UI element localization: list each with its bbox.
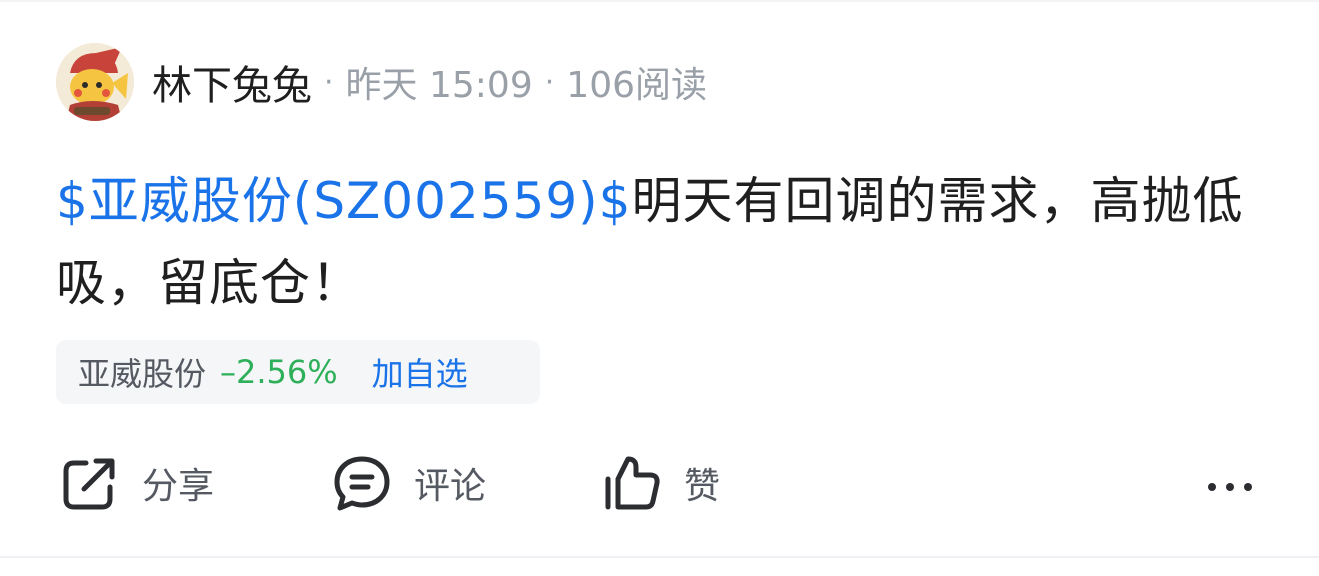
post-card: 林下兔兔 · 昨天 15:09 · 106阅读 $亚威股份(SZ002559)$… (0, 0, 1319, 558)
meta-separator: · (324, 64, 334, 100)
share-icon (63, 458, 115, 510)
add-watchlist-button[interactable]: 加自选 (372, 349, 468, 395)
comment-button[interactable]: 评论 (332, 448, 486, 518)
stock-chip-change: –2.56% (220, 353, 338, 391)
thumbs-up-icon (605, 456, 660, 510)
meta-separator: · (544, 64, 555, 100)
more-icon (1208, 483, 1252, 491)
stock-link[interactable]: $亚威股份(SZ002559)$ (56, 172, 632, 230)
author-name[interactable]: 林下兔兔 (152, 53, 312, 111)
post-header: 林下兔兔 · 昨天 15:09 · 106阅读 (56, 42, 707, 122)
stock-chip[interactable]: 亚威股份 –2.56% 加自选 (56, 340, 540, 404)
stock-chip-name[interactable]: 亚威股份 (78, 349, 206, 395)
more-button[interactable] (1200, 448, 1260, 518)
comment-icon (334, 456, 390, 511)
action-bar: 分享 评论 赞 (60, 448, 1260, 518)
share-label: 分享 (142, 466, 215, 507)
post-content: $亚威股份(SZ002559)$明天有回调的需求，高抛低吸，留底仓！ (56, 160, 1276, 324)
comment-label: 评论 (414, 466, 487, 507)
pikachu-avatar-icon (56, 43, 134, 121)
like-button[interactable]: 赞 (602, 448, 720, 518)
post-meta: 林下兔兔 · 昨天 15:09 · 106阅读 (152, 53, 707, 111)
author-avatar[interactable] (56, 43, 134, 121)
like-label: 赞 (684, 466, 721, 507)
top-divider (0, 0, 1319, 2)
post-time: 昨天 15:09 (345, 65, 533, 106)
read-count: 106阅读 (566, 65, 708, 106)
share-button[interactable]: 分享 (60, 448, 214, 518)
